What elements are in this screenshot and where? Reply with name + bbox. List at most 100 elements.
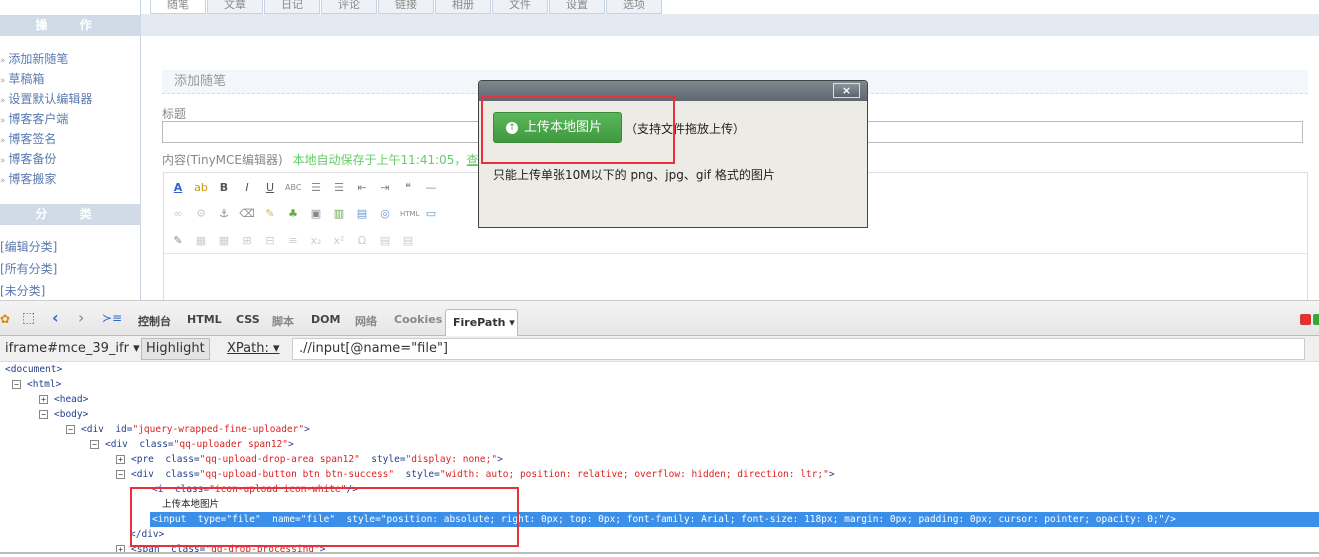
dom-node[interactable]: + <pre class="qq-upload-drop-area span12"… [116,452,503,467]
indent-icon[interactable]: ⇥ [377,180,393,196]
collapse-icon[interactable]: − [90,440,99,449]
tab-firepath[interactable]: FirePath ▾ [445,309,518,337]
top-tab[interactable]: 文件 [492,0,548,14]
top-tab[interactable]: 链接 [378,0,434,14]
top-tab[interactable]: 文章 [207,0,263,14]
sidebar-op-link[interactable]: » 博客搬家 [0,170,56,187]
highlight-button[interactable]: Highlight [141,338,210,360]
special-char-icon[interactable]: Ω [354,233,370,249]
underline-icon[interactable]: U [262,180,278,196]
table-icon[interactable]: ▦ [193,233,209,249]
tab-cookies[interactable]: Cookies [394,313,442,326]
dom-node[interactable]: − <html> [12,377,61,392]
dom-node[interactable]: − <body> [39,407,88,422]
italic-icon[interactable]: I [239,180,255,196]
blockquote-icon[interactable]: ❝ [400,180,416,196]
forward-icon[interactable]: › [78,308,84,327]
numbered-list-icon[interactable]: ☰ [331,180,347,196]
tab-console[interactable]: 控制台 [138,313,171,329]
edit-icon[interactable]: ✎ [170,233,186,249]
top-tab[interactable]: 设置 [549,0,605,14]
top-tab[interactable]: 随笔 [150,0,206,14]
xpath-input[interactable]: .//input[@name="file"] [292,338,1305,360]
frame-select[interactable]: iframe#mce_39_ifr ▾ [5,341,140,356]
sidebar-category-link[interactable]: [所有分类] [0,260,57,277]
hr-icon[interactable]: — [423,180,439,196]
node-tag: <document> [5,364,63,375]
top-tab[interactable]: 评论 [321,0,377,14]
dom-node[interactable]: + <head> [39,392,88,407]
xpath-select[interactable]: XPath: ▾ [227,341,280,356]
link-icon[interactable]: ∞ [170,206,186,222]
sidebar-op-label: 博客签名 [8,132,57,146]
sidebar-op-link[interactable]: » 博客客户端 [0,110,68,127]
tab-html[interactable]: HTML [187,313,222,326]
anchor-icon[interactable]: ⚓ [216,206,232,222]
insert-image-icon[interactable]: ▤ [354,206,370,222]
top-tab[interactable]: 日记 [264,0,320,14]
sidebar: 操 作 » 添加新随笔 » 草稿箱 » 设置默认编辑器 » 博客客户端 » 博客签名 » … [0,0,141,300]
outdent-icon[interactable]: ⇤ [354,180,370,196]
back-icon[interactable]: ‹ [52,308,59,327]
expand-icon[interactable]: + [116,455,125,464]
row-icon[interactable]: ⊞ [239,233,255,249]
page-break-icon[interactable]: ▤ [377,233,393,249]
tab-css[interactable]: CSS [236,313,260,326]
collapse-icon[interactable]: − [66,425,75,434]
collapse-icon[interactable]: − [12,380,21,389]
eraser-icon[interactable]: ⌫ [239,206,255,222]
collapse-icon[interactable]: − [39,410,48,419]
annotation-box-input [130,487,519,547]
sidebar-op-link[interactable]: » 添加新随笔 [0,50,68,67]
unlink-icon[interactable]: ⚙ [193,206,209,222]
dom-node[interactable]: <document> [5,362,62,377]
highlight-icon[interactable]: ab [193,180,209,196]
template-icon[interactable]: ▤ [400,233,416,249]
editor-toolbar-row-2: ∞ ⚙ ⚓ ⌫ ✎ ♣ ▣ ▥ ▤ ◎ HTML ▭ [170,206,439,222]
tab-network[interactable]: 网络 [355,313,377,329]
close-firebug-icon[interactable] [1300,314,1311,325]
superscript-icon[interactable]: x² [331,233,347,249]
tab-dom[interactable]: DOM [311,313,340,326]
subscript-icon[interactable]: x₂ [308,233,324,249]
sidebar-op-link[interactable]: » 设置默认编辑器 [0,90,92,107]
html-icon[interactable]: HTML [400,206,419,222]
top-tab[interactable]: 选项 [606,0,662,14]
font-color-icon[interactable]: A [170,180,186,196]
dom-node[interactable]: − <div id="jquery-wrapped-fine-uploader"> [66,422,310,437]
strikethrough-icon[interactable]: ABC [285,180,301,196]
dom-node[interactable]: − <div class="qq-upload-button btn btn-su… [116,467,835,482]
attr-value: "display: none;" [405,454,498,465]
inspect-icon[interactable]: ⬚ [22,310,35,326]
media-icon[interactable]: ▥ [331,206,347,222]
attr-name: style= [359,454,406,465]
tab-script[interactable]: 脚本 [272,313,294,329]
dom-node[interactable]: − <div class="qq-uploader span12"> [90,437,294,452]
sidebar-category-link[interactable]: [编辑分类] [0,238,57,255]
fullscreen-icon[interactable]: ▭ [423,206,439,222]
merge-icon[interactable]: ≡ [285,233,301,249]
top-tab[interactable]: 相册 [435,0,491,14]
firebug-icon[interactable]: ✿ [0,312,10,326]
tree-icon[interactable]: ♣ [285,206,301,222]
expand-icon[interactable]: + [39,395,48,404]
bold-icon[interactable]: B [216,180,232,196]
sidebar-op-link[interactable]: » 草稿箱 [0,70,44,87]
sidebar-category-link[interactable]: [未分类] [0,282,45,299]
image-icon[interactable]: ▣ [308,206,324,222]
sidebar-op-label: 草稿箱 [8,72,45,86]
detach-firebug-icon[interactable] [1313,314,1319,325]
cleanup-icon[interactable]: ✎ [262,206,278,222]
col-icon[interactable]: ⊟ [262,233,278,249]
table-props-icon[interactable]: ▦ [216,233,232,249]
command-line-icon[interactable]: ≻≡ [102,311,122,325]
attr-name: style= [394,469,440,480]
collapse-icon[interactable]: − [116,470,125,479]
sidebar-op-link[interactable]: » 博客签名 [0,130,56,147]
code-icon[interactable]: ◎ [377,206,393,222]
editor-toolbar-row-1: Aab B I U ABC ☰ ☰ ⇤ ⇥ ❝ — [170,180,439,196]
bullet-list-icon[interactable]: ☰ [308,180,324,196]
sidebar-op-label: 博客客户端 [8,112,69,126]
close-button[interactable]: × [833,83,860,98]
sidebar-op-link[interactable]: » 博客备份 [0,150,56,167]
